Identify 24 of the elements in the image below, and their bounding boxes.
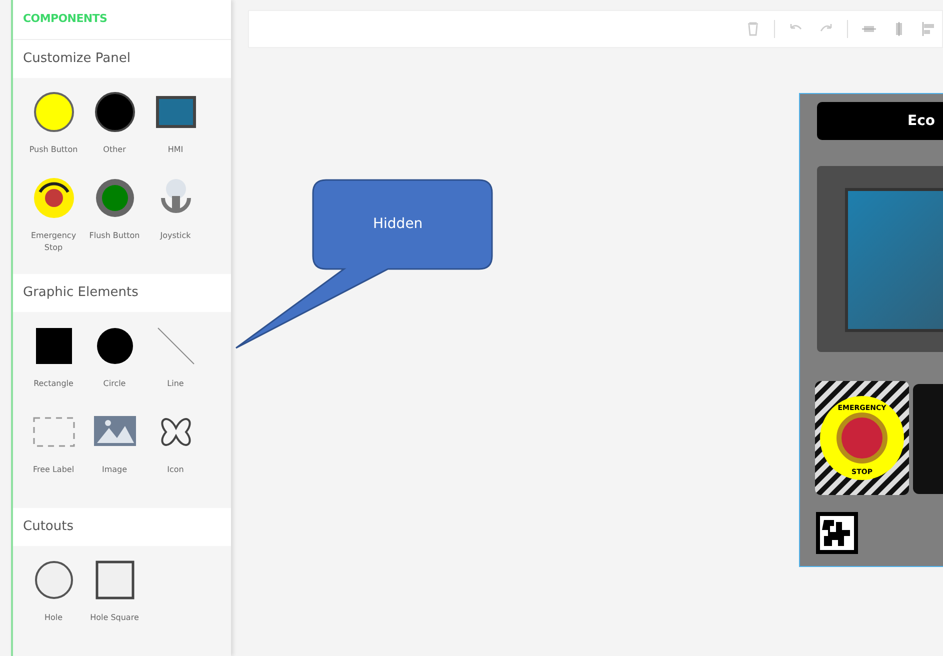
- component-label: Flush Button: [88, 230, 141, 242]
- push-button-icon[interactable]: [32, 90, 76, 134]
- section-title: Customize Panel: [23, 50, 130, 68]
- panel-heading: COMPONENTS: [23, 11, 108, 28]
- component-label: Emergency Stop: [30, 230, 78, 254]
- emergency-stop-icon[interactable]: [32, 176, 76, 220]
- callout-text: Hidden: [373, 215, 423, 234]
- marker-code-icon: [816, 512, 858, 554]
- section-title: Graphic Elements: [23, 284, 138, 302]
- round-button-icon[interactable]: [92, 90, 136, 134]
- component-label: Circle: [102, 378, 127, 390]
- component-label: Rectangle: [32, 378, 74, 390]
- component-label: Joystick: [158, 230, 192, 242]
- component-label: Hole: [43, 612, 64, 624]
- component-label: Image: [100, 464, 128, 476]
- logo-text: Eco: [908, 112, 935, 130]
- component-label: Other: [102, 144, 127, 156]
- component-label: Hole Square: [89, 612, 140, 624]
- component-label: Free Label: [32, 464, 76, 476]
- component-label: HMI: [166, 144, 184, 156]
- component-label: Push Button: [28, 144, 79, 156]
- section-title: Cutouts: [23, 518, 74, 536]
- component-label: Icon: [166, 464, 185, 476]
- component-label: Line: [166, 378, 185, 390]
